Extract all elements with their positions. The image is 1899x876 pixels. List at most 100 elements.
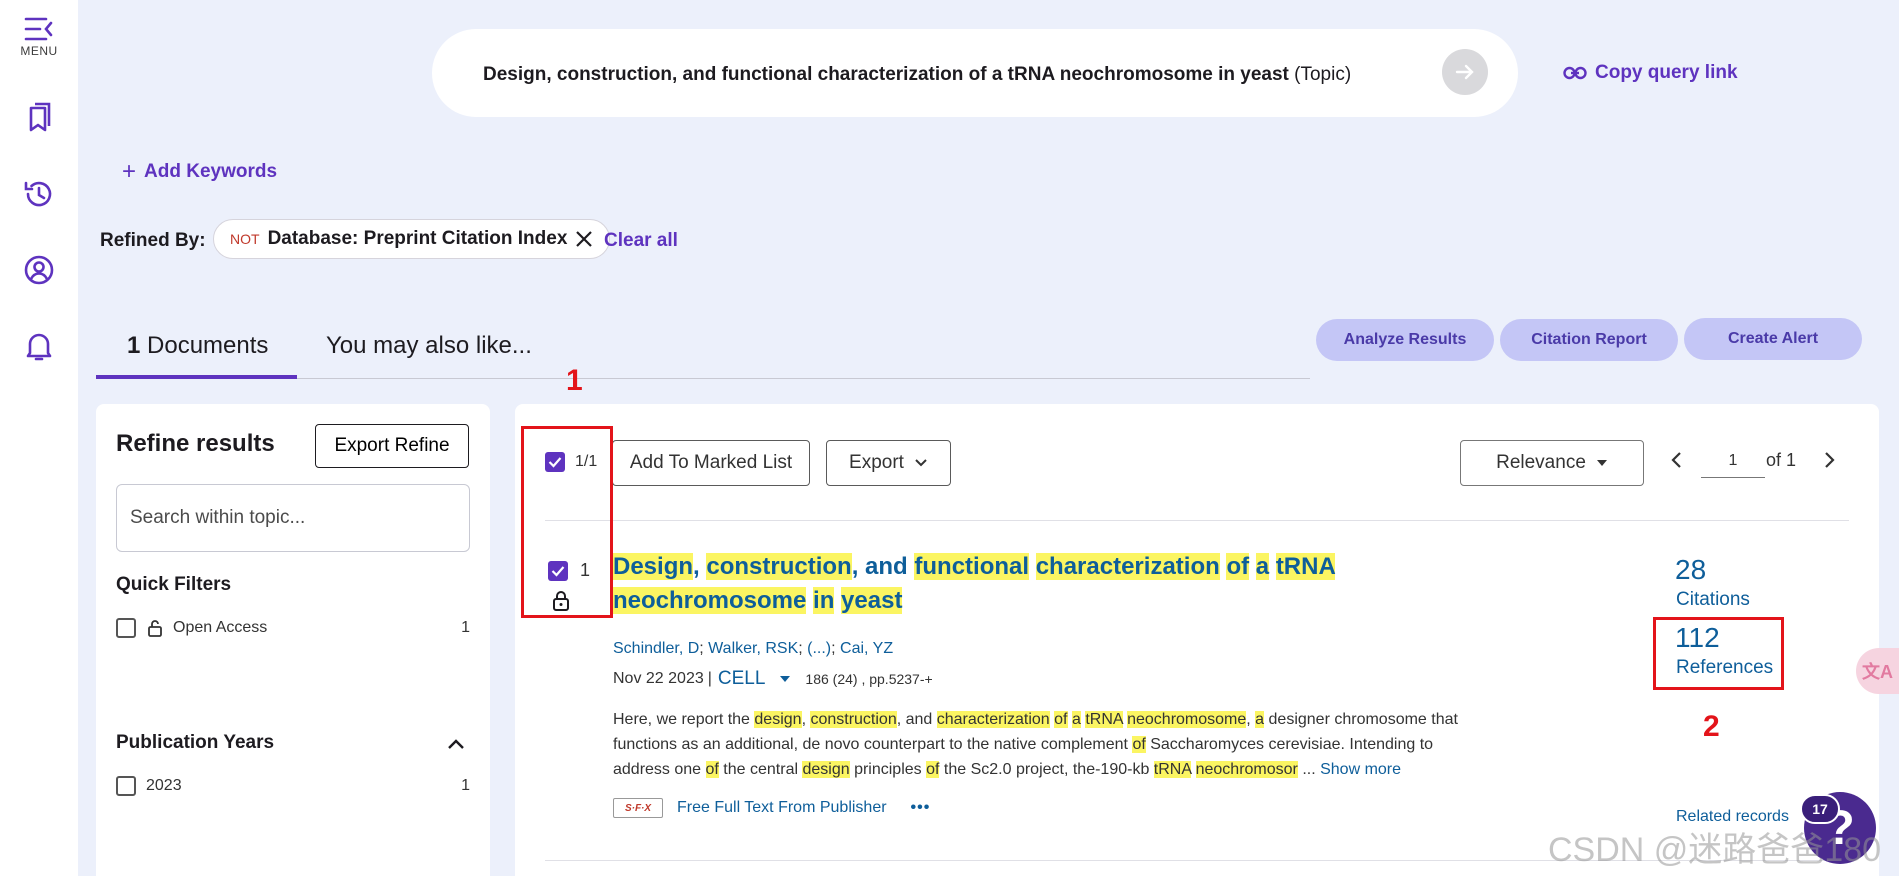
abstract-highlight-word: tRNA: [1085, 711, 1123, 728]
year-2023-checkbox[interactable]: [116, 776, 136, 796]
copy-query-link[interactable]: Copy query link: [1563, 62, 1738, 84]
citations-count[interactable]: 28: [1675, 554, 1706, 586]
year-2023-label: 2023: [146, 777, 182, 794]
abstract-highlight-word: a: [1255, 711, 1265, 728]
journal-link[interactable]: CELL: [718, 668, 766, 690]
citations-label[interactable]: Citations: [1676, 589, 1750, 611]
chip-text: Database: Preprint Citation Index: [267, 228, 568, 249]
alerts-button[interactable]: [0, 330, 78, 362]
record-abstract: Here, we report the design, construction…: [613, 707, 1493, 782]
refine-panel: Refine results Export Refine Quick Filte…: [96, 404, 490, 876]
abstract-text: , and: [896, 711, 937, 728]
history-icon: [24, 181, 52, 207]
title-text: [1269, 553, 1276, 580]
plus-icon: +: [122, 158, 137, 185]
title-highlight-word: neochromosome: [613, 587, 807, 614]
record-date: Nov 22 2023: [613, 670, 704, 687]
sort-dropdown[interactable]: Relevance: [1460, 440, 1644, 486]
prev-page-icon[interactable]: [1670, 451, 1682, 469]
abstract-text: the central: [718, 761, 803, 778]
authors-expand-link[interactable]: (...): [807, 640, 831, 657]
help-badge: 17: [1800, 794, 1840, 824]
left-rail: MENU: [0, 0, 78, 876]
user-icon: [24, 255, 54, 285]
sfx-logo-icon[interactable]: S·F·X: [613, 798, 663, 818]
annotation-box-2: [1653, 617, 1784, 690]
record-title-link[interactable]: Design, construction, and functional cha…: [613, 550, 1533, 618]
title-highlight-word: tRNA: [1275, 553, 1335, 580]
title-highlight-word: Design: [613, 553, 694, 580]
search-query-bar[interactable]: Design, construction, and functional cha…: [432, 29, 1518, 117]
add-to-marked-list-button[interactable]: Add To Marked List: [612, 440, 810, 486]
marked-list-button[interactable]: [0, 102, 78, 134]
arrow-right-icon: [1455, 64, 1474, 80]
chevron-down-icon: [915, 459, 927, 467]
abstract-highlight-word: of: [1054, 711, 1068, 728]
abstract-text: ,: [1246, 711, 1256, 728]
bell-icon: [26, 333, 52, 361]
publication-years-title: Publication Years: [116, 732, 275, 753]
bookmarks-icon: [29, 102, 51, 132]
refine-search-input[interactable]: [116, 484, 470, 552]
abstract-highlight-word: of: [1132, 736, 1146, 753]
create-alert-button[interactable]: Create Alert: [1684, 318, 1862, 360]
full-text-link[interactable]: Free Full Text From Publisher: [677, 799, 887, 817]
search-submit-button[interactable]: [1442, 49, 1488, 95]
abstract-highlight-word: tRNA: [1153, 761, 1192, 778]
more-options-icon[interactable]: •••: [911, 799, 931, 817]
filter-open-access[interactable]: Open Access 1: [116, 616, 470, 640]
refined-by-label: Refined By:: [100, 230, 206, 251]
menu-icon: [24, 17, 53, 41]
add-keywords-button[interactable]: + Add Keywords: [122, 158, 277, 186]
watermark: CSDN @迷路爸爸180: [1548, 831, 1882, 869]
profile-button[interactable]: [0, 254, 78, 286]
abstract-highlight-word: of: [705, 761, 719, 778]
unlock-icon: [148, 620, 162, 637]
title-text: [1029, 553, 1036, 580]
refine-title: Refine results: [116, 430, 275, 457]
page-number-input[interactable]: [1701, 444, 1765, 478]
caret-down-icon: [1596, 460, 1607, 466]
export-refine-button[interactable]: Export Refine: [315, 424, 469, 468]
documents-label: Documents: [140, 332, 269, 359]
next-page-icon[interactable]: [1824, 451, 1836, 469]
annotation-number-2: 2: [1703, 710, 1720, 743]
abstract-text: ...: [1297, 761, 1321, 778]
tab-you-may-also-like[interactable]: You may also like...: [326, 332, 532, 360]
close-icon[interactable]: [575, 230, 593, 248]
search-query-text: Design, construction, and functional cha…: [483, 64, 1352, 85]
sort-label: Relevance: [1496, 452, 1586, 473]
record-volume: 186 (24) , pp.5237-+: [805, 671, 933, 687]
open-access-count: 1: [461, 619, 470, 636]
translate-button[interactable]: 文A: [1856, 648, 1899, 694]
abstract-highlight-word: design: [802, 761, 850, 778]
filter-year-2023[interactable]: 2023 1: [116, 774, 470, 798]
annotation-box-1: [521, 426, 613, 618]
caret-down-icon[interactable]: [779, 675, 791, 683]
menu-button[interactable]: MENU: [0, 16, 78, 58]
chevron-up-icon[interactable]: [447, 738, 465, 750]
abstract-highlight-word: construction: [810, 711, 897, 728]
annotation-number-1: 1: [566, 364, 583, 397]
show-more-link[interactable]: Show more: [1320, 761, 1401, 778]
author-link[interactable]: Walker, RSK: [708, 640, 798, 657]
abstract-highlight-word: a: [1071, 711, 1081, 728]
full-text-row: S·F·X Free Full Text From Publisher •••: [613, 798, 930, 818]
open-access-checkbox[interactable]: [116, 618, 136, 638]
title-highlight-word: of: [1226, 553, 1250, 580]
title-highlight-word: a: [1255, 553, 1270, 580]
tab-documents[interactable]: 1 Documents: [127, 332, 268, 360]
title-text: [1249, 553, 1256, 580]
clear-all-link[interactable]: Clear all: [604, 230, 678, 252]
history-button[interactable]: [0, 178, 78, 210]
title-highlight-word: in: [813, 587, 835, 614]
menu-label: MENU: [20, 44, 58, 58]
export-dropdown[interactable]: Export: [826, 440, 951, 486]
link-icon: [1563, 66, 1587, 80]
abstract-text: Here, we report the: [613, 711, 755, 728]
analyze-results-button[interactable]: Analyze Results: [1316, 319, 1494, 361]
citation-report-button[interactable]: Citation Report: [1500, 319, 1678, 361]
title-text: , and: [851, 553, 915, 580]
author-link[interactable]: Cai, YZ: [840, 640, 893, 657]
author-link[interactable]: Schindler, D: [613, 640, 699, 657]
